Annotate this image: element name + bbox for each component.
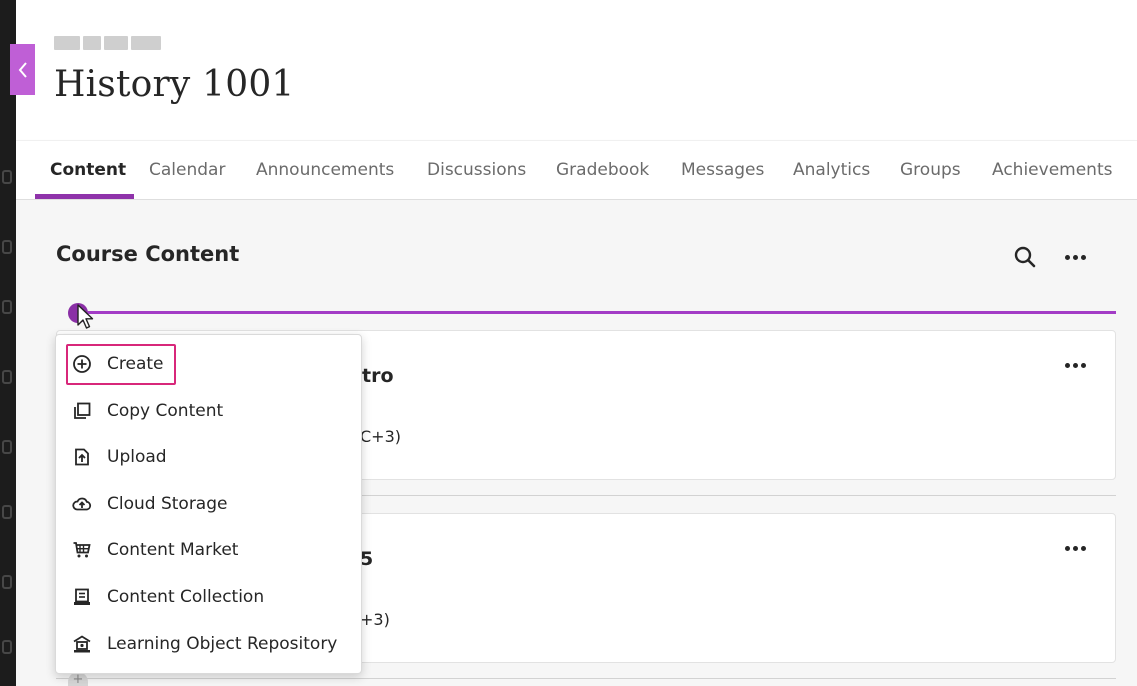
course-content-more-button[interactable]: [1062, 244, 1088, 270]
cloud-upload-icon: [71, 493, 93, 515]
breadcrumb-blurred: [54, 36, 161, 50]
menu-item-copy-content[interactable]: Copy Content: [56, 391, 361, 431]
menu-item-learning-object-repository[interactable]: Learning Object Repository: [56, 624, 361, 664]
rail-icon: [2, 505, 12, 519]
more-options-icon: [1064, 254, 1086, 260]
active-tab-indicator: [35, 194, 134, 199]
menu-item-create[interactable]: Create: [56, 344, 361, 384]
rail-icon: [2, 575, 12, 589]
insert-content-line: [88, 311, 1116, 314]
menu-item-label: Content Market: [107, 540, 239, 560]
divider: [56, 678, 1116, 679]
search-icon: [1014, 246, 1036, 268]
content-item-more-button[interactable]: [1062, 538, 1088, 558]
rail-icon: [2, 170, 12, 184]
rail-icon: [2, 300, 12, 314]
rail-icon: [2, 240, 12, 254]
content-item-subtitle: +3): [360, 610, 390, 629]
menu-item-label: Content Collection: [107, 587, 265, 607]
tab-analytics[interactable]: Analytics: [793, 141, 870, 199]
copy-icon: [71, 400, 93, 422]
menu-item-label: Cloud Storage: [107, 494, 228, 514]
tab-content[interactable]: Content: [50, 141, 126, 199]
menu-item-cloud-storage[interactable]: Cloud Storage: [56, 484, 361, 524]
search-button[interactable]: [1012, 244, 1038, 270]
tab-messages[interactable]: Messages: [681, 141, 764, 199]
content-item-subtitle: C+3): [360, 427, 401, 446]
tab-groups[interactable]: Groups: [900, 141, 961, 199]
menu-item-label: Copy Content: [107, 401, 224, 421]
cart-icon: [71, 539, 93, 561]
left-navigation-rail: [0, 0, 16, 686]
tab-calendar[interactable]: Calendar: [149, 141, 225, 199]
menu-item-content-market[interactable]: Content Market: [56, 530, 361, 570]
course-tab-bar: Content Calendar Announcements Discussio…: [16, 140, 1137, 200]
more-options-icon: [1064, 545, 1086, 551]
chevron-left-icon: [18, 61, 27, 78]
content-item-title[interactable]: tro: [362, 365, 394, 387]
menu-item-content-collection[interactable]: Content Collection: [56, 577, 361, 617]
back-button[interactable]: [10, 44, 35, 95]
tab-discussions[interactable]: Discussions: [427, 141, 526, 199]
menu-item-label: Create: [107, 354, 164, 374]
add-content-plus-button[interactable]: +: [68, 672, 88, 686]
rail-icon: [2, 370, 12, 384]
archive-icon: [71, 586, 93, 608]
section-title: Course Content: [56, 242, 240, 266]
menu-item-upload[interactable]: Upload: [56, 437, 361, 477]
add-content-button[interactable]: [68, 303, 88, 323]
repository-icon: [71, 633, 93, 655]
rail-icon: [2, 440, 12, 454]
course-title: History 1001: [54, 64, 295, 105]
more-options-icon: [1064, 362, 1086, 368]
plus-circle-icon: [71, 353, 93, 375]
content-item-more-button[interactable]: [1062, 355, 1088, 375]
menu-item-label: Upload: [107, 447, 167, 467]
tab-gradebook[interactable]: Gradebook: [556, 141, 649, 199]
tab-achievements[interactable]: Achievements: [992, 141, 1112, 199]
add-content-menu: Create Copy Content Upload Cloud Storage…: [55, 334, 362, 674]
upload-icon: [71, 446, 93, 468]
rail-icon: [2, 640, 12, 654]
menu-item-label: Learning Object Repository: [107, 634, 338, 654]
tab-announcements[interactable]: Announcements: [256, 141, 394, 199]
